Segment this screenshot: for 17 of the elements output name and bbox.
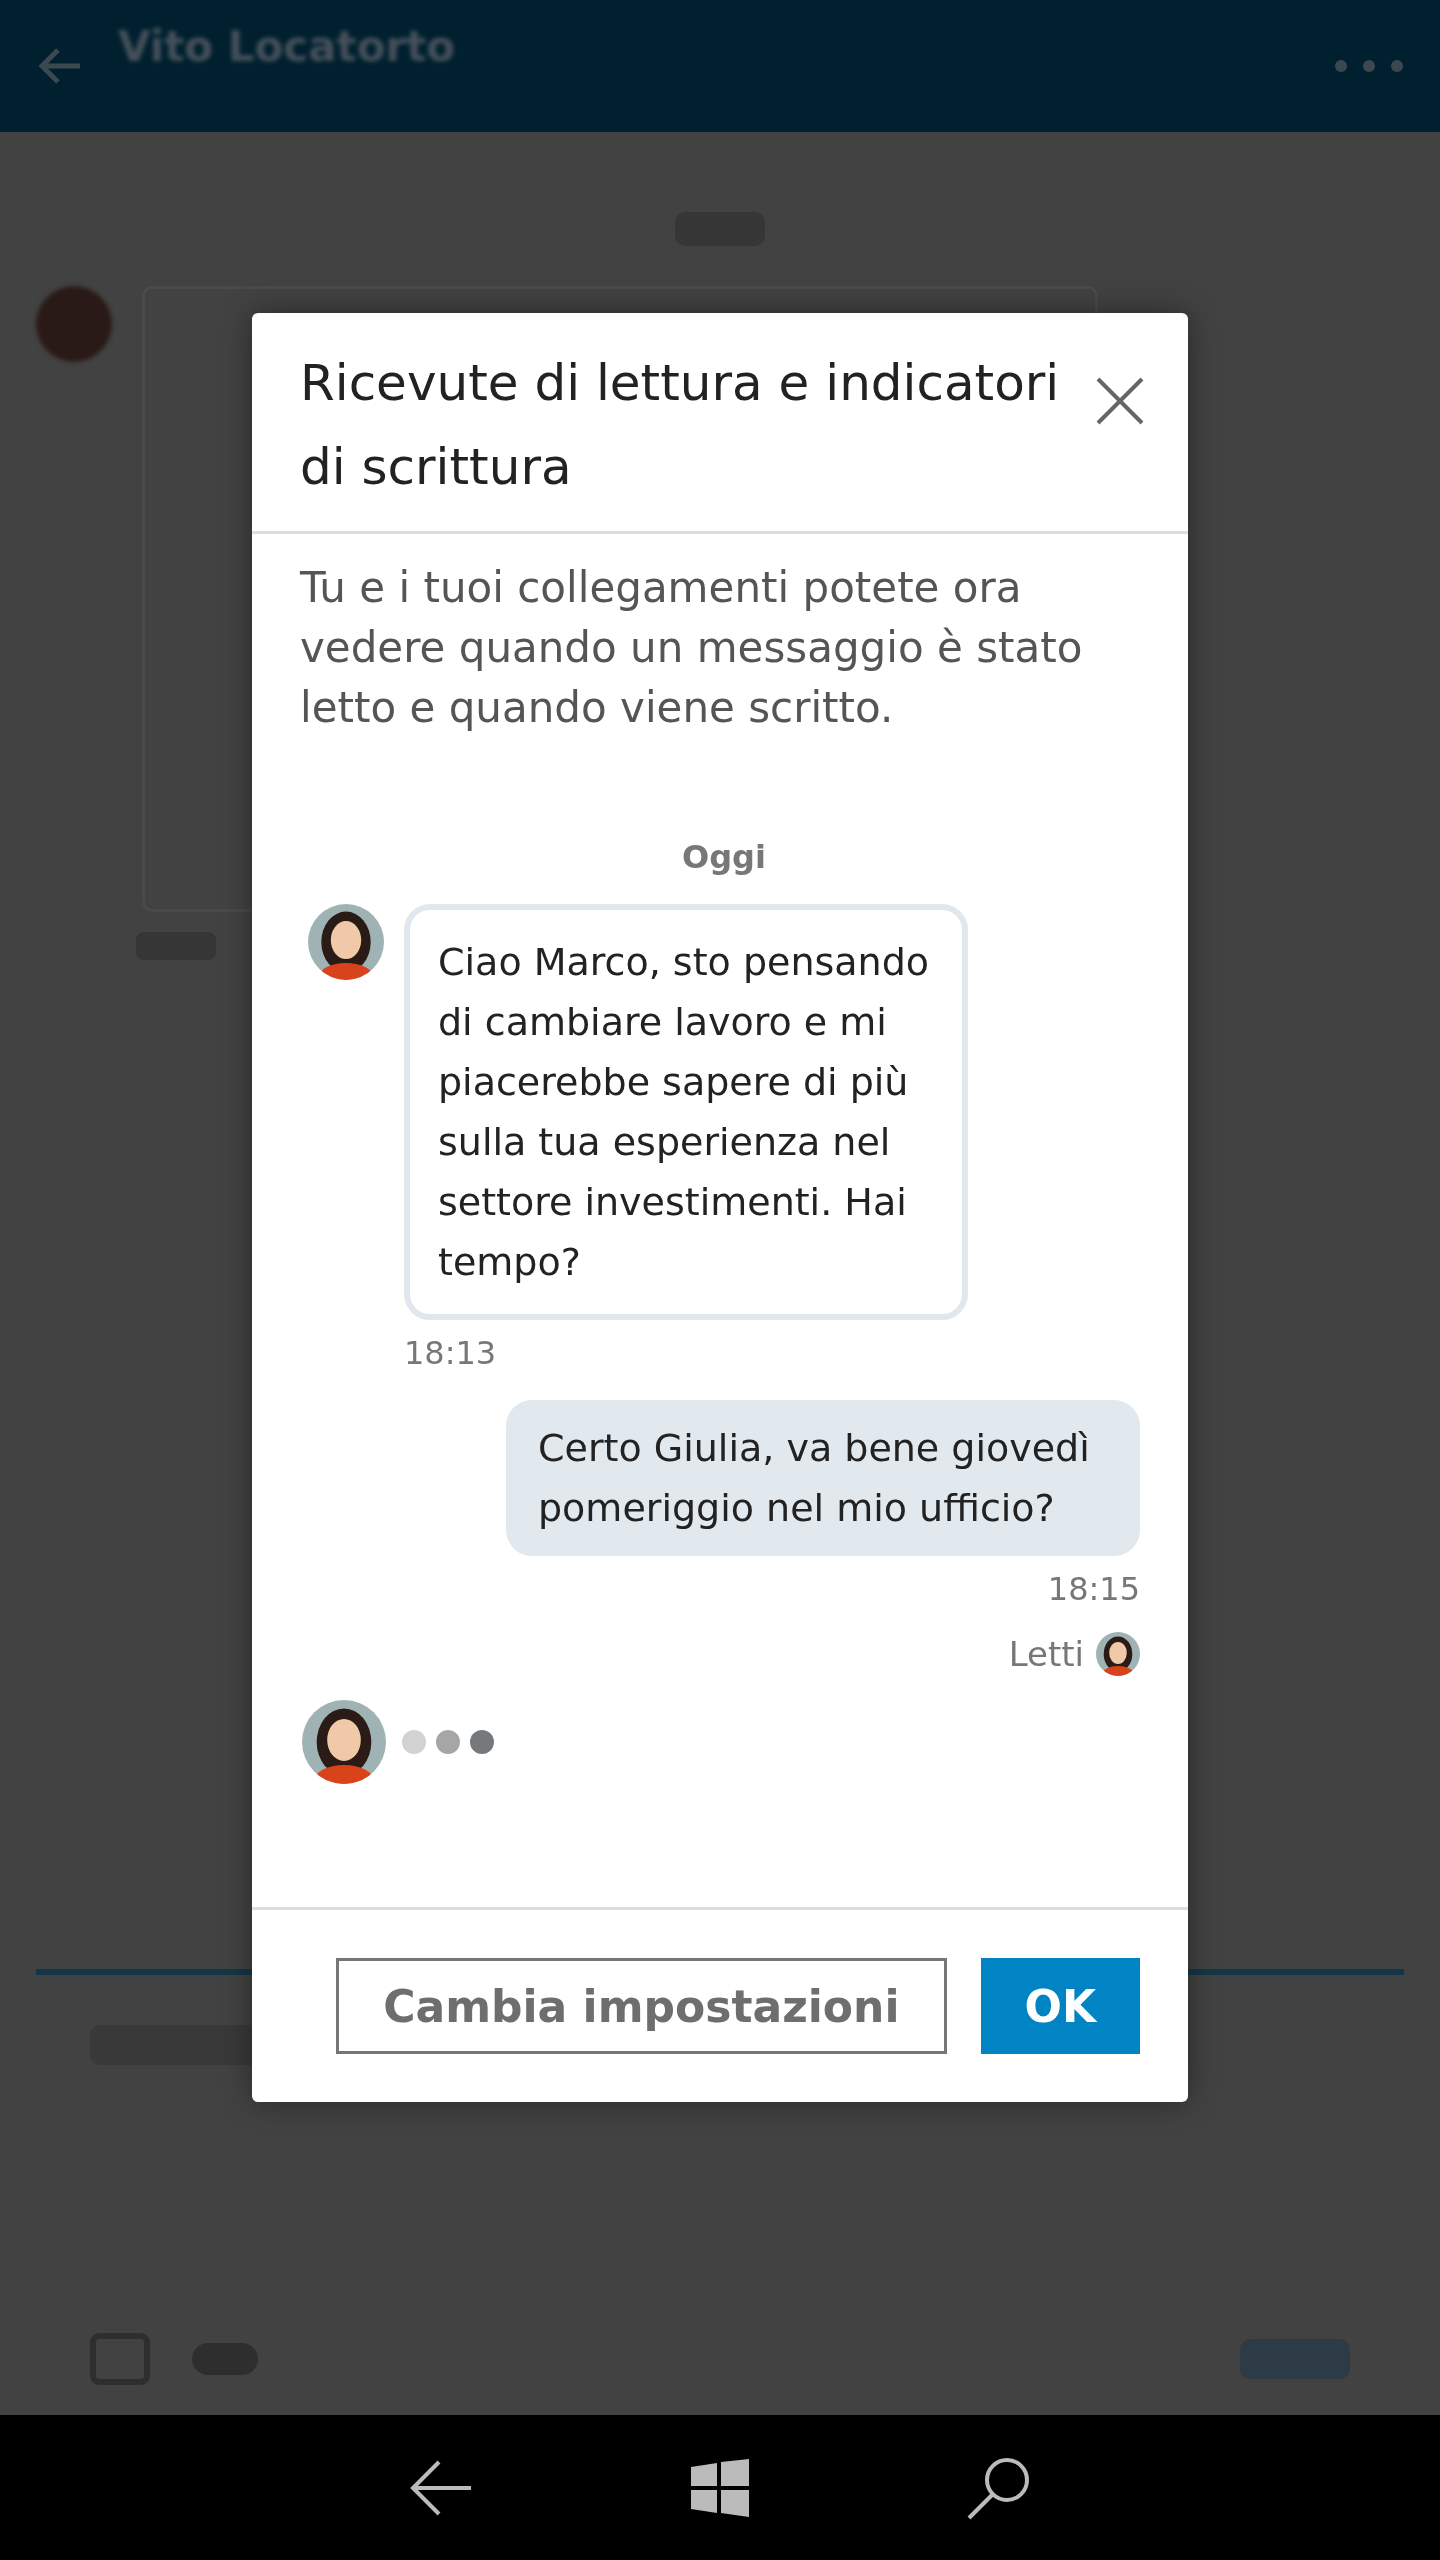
- received-message: Ciao Marco, sto pensando di cambiare lavoro e mi piacerebbe sapere di più sulla tua esperienza nel settore investimenti. Hai tempo?: [404, 904, 968, 1320]
- ok-button[interactable]: OK: [980, 1958, 1140, 2054]
- dialog-description: Tu e i tuoi collegamenti potete ora vedere quando un messaggio è stato letto e quando viene scritto.: [299, 562, 1084, 734]
- read-label: Letti: [1008, 1634, 1084, 1674]
- message-time: 18:15: [1047, 1570, 1140, 1608]
- more-icon[interactable]: [1334, 59, 1404, 73]
- sent-message: Certo Giulia, va bene giovedì pomeriggio nel mio ufficio?: [506, 1400, 1140, 1556]
- search-icon[interactable]: [967, 2455, 1031, 2520]
- date-label: Oggi: [682, 838, 766, 876]
- windows-icon[interactable]: [691, 2458, 749, 2517]
- message-time: 18:13: [404, 1334, 498, 1372]
- back-icon[interactable]: [409, 2459, 473, 2516]
- back-arrow-icon[interactable]: [36, 46, 82, 86]
- settings-button[interactable]: Cambia impostazioni: [336, 1958, 947, 2054]
- header-title: Vito Locatorto: [118, 21, 457, 71]
- avatar: [1096, 1632, 1140, 1676]
- dialog-title: Ricevute di lettura e indicatori di scrittura: [300, 353, 1061, 498]
